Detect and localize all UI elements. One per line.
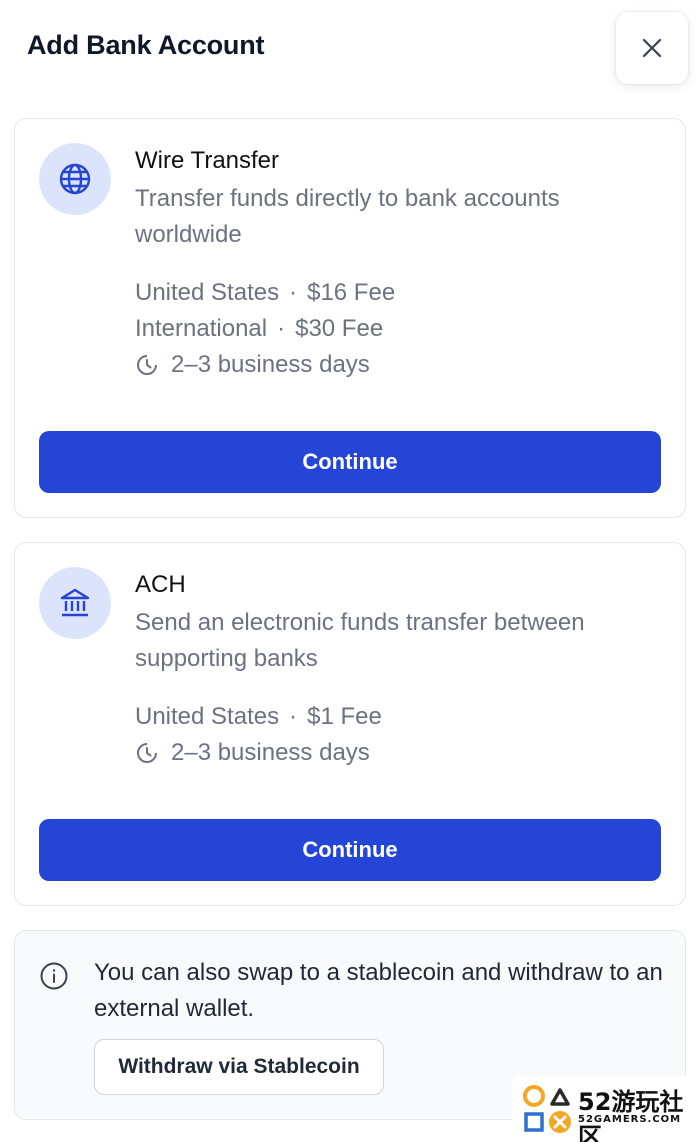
- timing-row: 2–3 business days: [135, 347, 370, 383]
- page-title: Add Bank Account: [27, 30, 265, 60]
- timing-text: 2–3 business days: [171, 739, 370, 766]
- clock-icon: [135, 353, 159, 377]
- fee-separator: ·: [277, 315, 286, 342]
- close-icon: [641, 37, 663, 59]
- close-button[interactable]: [616, 12, 688, 84]
- bank-icon: [58, 586, 92, 620]
- wire-transfer-description: Transfer funds directly to bank accounts…: [135, 185, 560, 248]
- ach-icon-badge: [39, 567, 111, 639]
- info-text: You can also swap to a stablecoin and wi…: [94, 959, 663, 1022]
- watermark-logo-icon: [523, 1085, 571, 1133]
- fee-amount: $1 Fee: [307, 703, 382, 730]
- fee-row-united-states: United States · $1 Fee: [135, 699, 382, 735]
- fee-row-international: International · $30 Fee: [135, 311, 383, 347]
- fee-row-united-states: United States · $16 Fee: [135, 275, 395, 311]
- fee-amount: $30 Fee: [295, 315, 384, 342]
- fee-amount: $16 Fee: [307, 279, 396, 306]
- timing-row: 2–3 business days: [135, 735, 370, 771]
- add-bank-account-sheet: Add Bank Account Wire Transfer Transfer …: [0, 0, 700, 1142]
- wire-transfer-icon-badge: [39, 143, 111, 215]
- fee-region: United States: [135, 703, 280, 730]
- watermark-subtext: 52GAMERS.COM: [578, 1114, 682, 1125]
- watermark-text: 52游玩社区: [578, 1088, 684, 1142]
- watermark: 52游玩社区 52GAMERS.COM: [512, 1076, 700, 1142]
- timing-text: 2–3 business days: [171, 351, 370, 378]
- wire-transfer-card: Wire Transfer Transfer funds directly to…: [14, 118, 686, 518]
- ach-description: Send an electronic funds transfer betwee…: [135, 609, 585, 672]
- ach-title: ACH: [135, 571, 186, 598]
- ach-card: ACH Send an electronic funds transfer be…: [14, 542, 686, 906]
- ach-continue-button[interactable]: Continue: [39, 819, 661, 881]
- info-icon: [39, 961, 69, 991]
- fee-region: United States: [135, 279, 280, 306]
- fee-separator: ·: [289, 279, 298, 306]
- clock-icon: [135, 741, 159, 765]
- globe-icon: [58, 162, 92, 196]
- fee-region: International: [135, 315, 268, 342]
- withdraw-via-stablecoin-button[interactable]: Withdraw via Stablecoin: [94, 1039, 384, 1095]
- fee-separator: ·: [289, 703, 298, 730]
- wire-transfer-title: Wire Transfer: [135, 147, 280, 174]
- wire-transfer-continue-button[interactable]: Continue: [39, 431, 661, 493]
